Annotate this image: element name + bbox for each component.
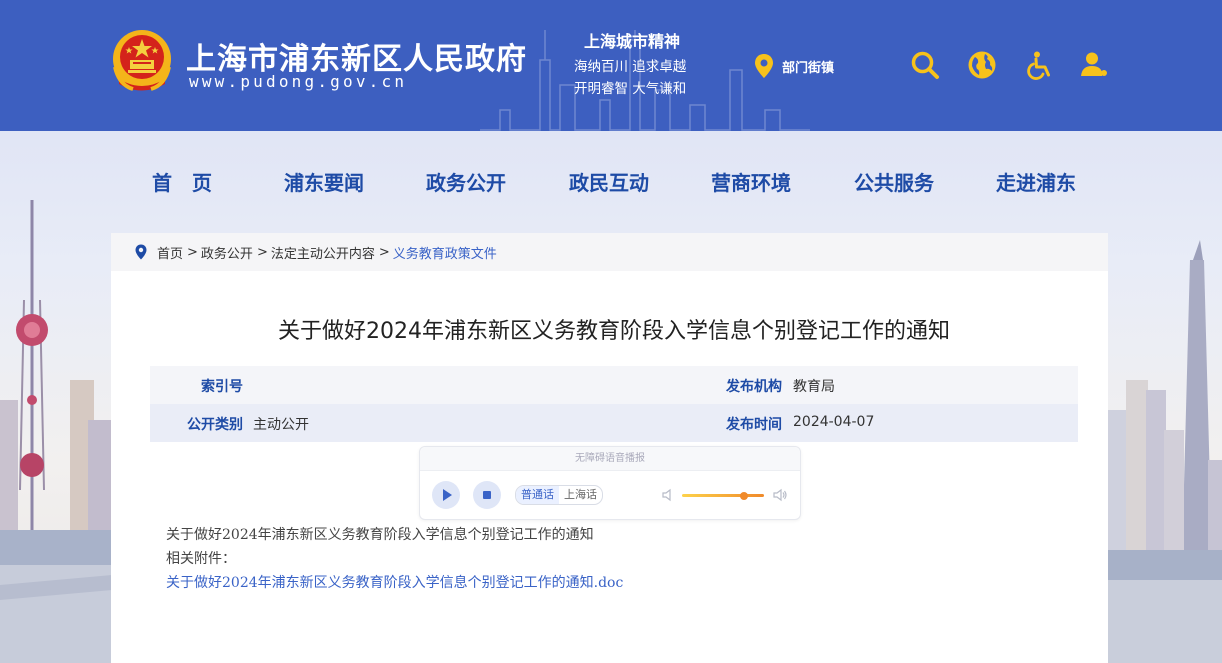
- volume-slider[interactable]: [682, 491, 764, 500]
- play-button[interactable]: [432, 481, 460, 509]
- breadcrumb-separator: >: [378, 244, 390, 260]
- attachment-link[interactable]: 关于做好2024年浦东新区义务教育阶段入学信息个别登记工作的通知.doc: [166, 571, 623, 595]
- search-icon[interactable]: [910, 50, 940, 80]
- city-spirit-title: 上海城市精神: [584, 32, 681, 51]
- player-heading: 无障碍语音播报: [420, 447, 800, 471]
- index-number-label: 索引号: [201, 379, 243, 395]
- meta-row: 索引号 发布机构 教育局: [150, 366, 1078, 404]
- breadcrumb: 首页 > 政务公开 > 法定主动公开内容 > 义务教育政策文件: [111, 233, 1108, 271]
- publish-date-value: 2024-04-07: [793, 414, 875, 430]
- publish-date-label: 发布时间: [726, 417, 782, 433]
- accessibility-icon[interactable]: [1024, 50, 1054, 80]
- site-header: 上海市浦东新区人民政府 www.pudong.gov.cn 上海城市精神 海纳百…: [0, 0, 1222, 131]
- main-nav: 首 页 浦东要闻 政务公开 政民互动 营商环境 公共服务 走进浦东: [0, 131, 1222, 231]
- dept-street-label: 部门街镇: [782, 60, 835, 76]
- skyline-right-decoration: [1108, 240, 1222, 663]
- location-pin-icon: [755, 54, 773, 78]
- article-body: 关于做好2024年浦东新区义务教育阶段入学信息个别登记工作的通知 相关附件： 关…: [166, 523, 623, 595]
- nav-home[interactable]: 首 页: [152, 167, 212, 196]
- publisher-label: 发布机构: [726, 379, 782, 395]
- skyline-left-decoration: [0, 200, 112, 663]
- content-card: 首页 > 政务公开 > 法定主动公开内容 > 义务教育政策文件 关于做好2024…: [111, 233, 1108, 663]
- nav-interaction[interactable]: 政民互动: [569, 167, 649, 196]
- volume-down-icon[interactable]: [660, 487, 676, 503]
- volume-knob[interactable]: [739, 491, 748, 500]
- article-meta-table: 索引号 发布机构 教育局 公开类别 主动公开 发布时间 2024-04-07: [150, 366, 1078, 442]
- breadcrumb-separator: >: [187, 244, 198, 260]
- category-label: 公开类别: [187, 417, 243, 433]
- dialect-mandarin-option[interactable]: 普通话: [516, 486, 559, 504]
- nav-gov-affairs-open[interactable]: 政务公开: [426, 167, 506, 196]
- volume-up-icon[interactable]: [772, 487, 788, 503]
- globe-icon[interactable]: [967, 50, 997, 80]
- national-emblem-logo[interactable]: [111, 27, 173, 95]
- meta-row: 公开类别 主动公开 发布时间 2024-04-07: [150, 404, 1078, 442]
- city-spirit-line-2: 开明睿智 大气谦和: [574, 81, 687, 97]
- attachments-label: 相关附件：: [166, 551, 236, 567]
- article-title: 关于做好2024年浦东新区义务教育阶段入学信息个别登记工作的通知: [278, 319, 950, 344]
- site-url: www.pudong.gov.cn: [189, 72, 408, 91]
- dialect-shanghainese-option[interactable]: 上海话: [559, 486, 602, 504]
- breadcrumb-current[interactable]: 义务教育政策文件: [393, 243, 497, 262]
- stop-icon: [483, 491, 491, 499]
- voice-broadcast-player: 无障碍语音播报 普通话 上海话: [419, 446, 801, 520]
- city-spirit-line-1: 海纳百川 追求卓越: [574, 59, 687, 75]
- dept-street-link[interactable]: 部门街镇: [754, 52, 834, 80]
- breadcrumb-home[interactable]: 首页: [157, 243, 183, 262]
- dialect-switch: 普通话 上海话: [515, 485, 603, 505]
- nav-pudong-news[interactable]: 浦东要闻: [284, 167, 364, 196]
- publisher-value: 教育局: [793, 379, 835, 395]
- article-body-line: 关于做好2024年浦东新区义务教育阶段入学信息个别登记工作的通知: [166, 527, 594, 543]
- play-icon: [443, 489, 452, 501]
- stop-button[interactable]: [473, 481, 501, 509]
- user-icon[interactable]: [1080, 50, 1110, 80]
- nav-about-pudong[interactable]: 走进浦东: [996, 167, 1076, 196]
- breadcrumb-statutory-content[interactable]: 法定主动公开内容: [271, 243, 375, 262]
- nav-business-environment[interactable]: 营商环境: [711, 167, 791, 196]
- category-value: 主动公开: [253, 417, 309, 433]
- breadcrumb-separator: >: [256, 244, 268, 260]
- breadcrumb-gov-affairs[interactable]: 政务公开: [201, 243, 253, 262]
- nav-public-services[interactable]: 公共服务: [854, 167, 934, 196]
- location-pin-icon: [135, 244, 147, 260]
